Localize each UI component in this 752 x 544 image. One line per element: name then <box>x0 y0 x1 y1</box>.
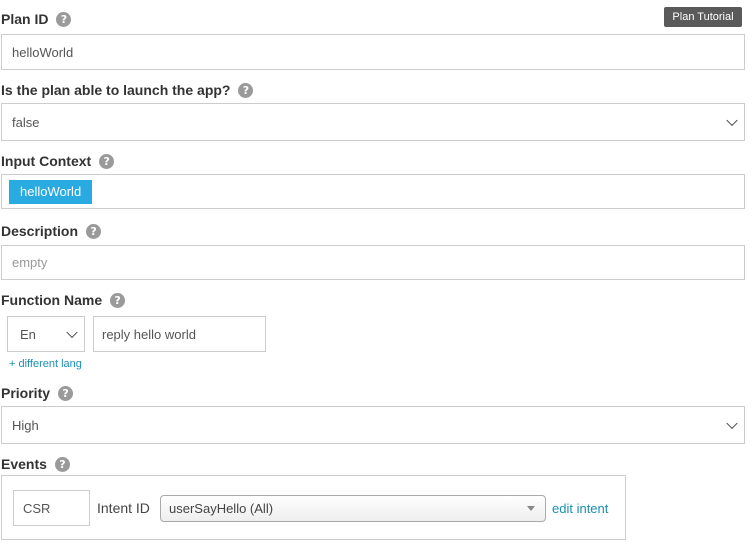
launch-app-label: Is the plan able to launch the app? ? <box>1 80 254 100</box>
chevron-down-icon <box>66 326 78 339</box>
intent-id-select[interactable]: userSayHello (All) <box>160 495 546 522</box>
plan-id-value: helloWorld <box>12 44 74 60</box>
help-icon[interactable]: ? <box>56 11 72 27</box>
function-name-input[interactable]: reply hello world <box>93 316 266 352</box>
priority-select[interactable]: High <box>1 406 745 444</box>
help-icon[interactable]: ? <box>58 385 74 401</box>
intent-id-value: userSayHello (All) <box>169 501 274 516</box>
intent-id-label: Intent ID <box>97 500 150 516</box>
priority-label-text: Priority <box>1 385 51 401</box>
chevron-down-icon <box>726 114 738 127</box>
context-tag[interactable]: helloWorld <box>9 179 93 204</box>
dropdown-arrow-icon <box>527 506 535 511</box>
help-icon[interactable]: ? <box>54 456 70 472</box>
language-select[interactable]: En <box>7 316 85 352</box>
function-name-value: reply hello world <box>102 326 196 342</box>
description-placeholder: empty <box>12 255 48 270</box>
csr-value: CSR <box>23 500 51 516</box>
priority-label: Priority ? <box>1 383 74 403</box>
edit-intent-link[interactable]: edit intent <box>552 501 608 516</box>
help-icon[interactable]: ? <box>86 223 102 239</box>
help-icon[interactable]: ? <box>99 153 115 169</box>
events-label: Events ? <box>1 454 70 474</box>
input-context-field[interactable]: helloWorld <box>1 174 745 209</box>
events-label-text: Events <box>1 456 47 472</box>
function-name-label: Function Name ? <box>1 290 126 310</box>
description-label-text: Description <box>1 223 79 239</box>
priority-value: High <box>12 417 39 433</box>
help-icon[interactable]: ? <box>238 82 254 98</box>
plan-tutorial-button[interactable]: Plan Tutorial <box>664 7 742 27</box>
plan-id-label-text: Plan ID <box>1 11 49 27</box>
add-language-link[interactable]: + different lang <box>9 358 82 370</box>
launch-app-value: false <box>12 114 40 130</box>
plan-id-input[interactable]: helloWorld <box>1 34 745 70</box>
plan-id-label: Plan ID ? <box>1 9 72 29</box>
function-name-label-text: Function Name <box>1 292 103 308</box>
help-icon[interactable]: ? <box>110 292 126 308</box>
input-context-label: Input Context ? <box>1 151 115 171</box>
description-input[interactable]: empty <box>1 245 745 280</box>
csr-input[interactable]: CSR <box>13 490 90 526</box>
launch-app-label-text: Is the plan able to launch the app? <box>1 82 231 98</box>
launch-app-select[interactable]: false <box>1 103 745 141</box>
language-value: En <box>20 326 36 342</box>
description-label: Description ? <box>1 221 102 241</box>
input-context-label-text: Input Context <box>1 153 92 169</box>
chevron-down-icon <box>726 417 738 430</box>
